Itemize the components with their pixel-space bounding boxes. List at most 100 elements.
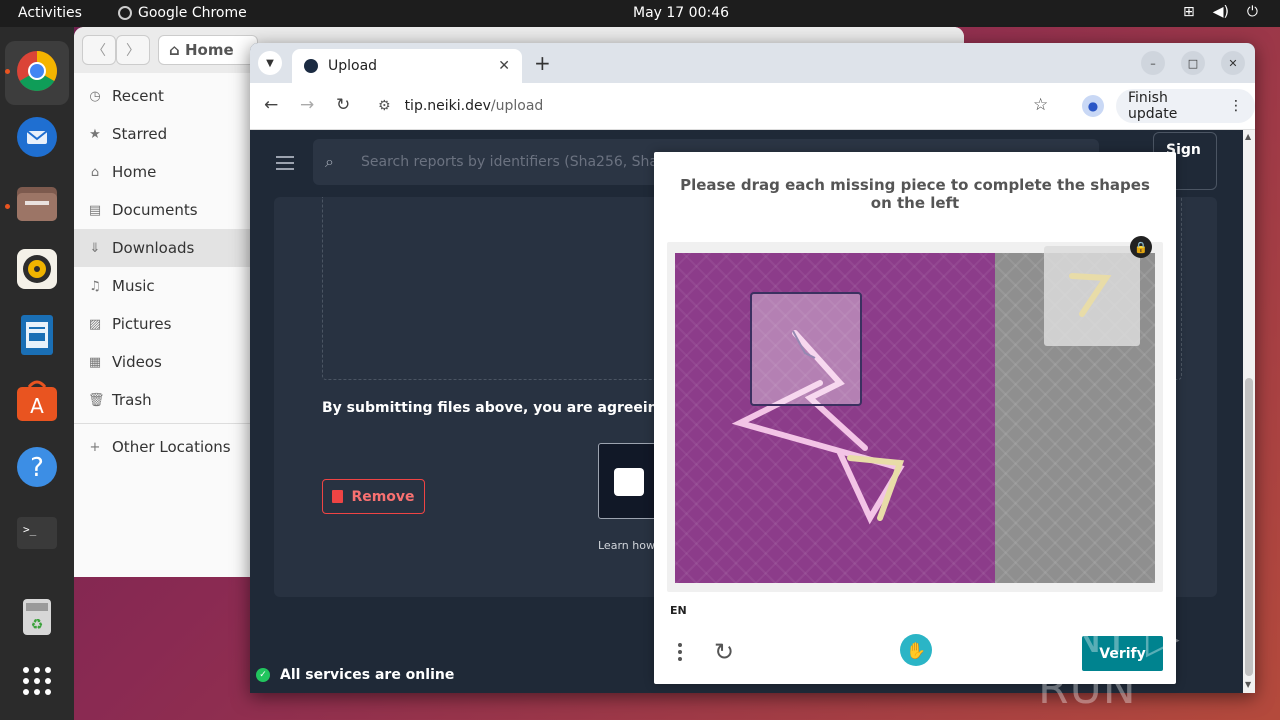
chrome-icon[interactable] [13, 47, 61, 95]
browser-toolbar: ← → ↻ ⚙ tip.neiki.dev/upload ☆ ● Finish … [250, 83, 1255, 130]
hcaptcha-logo-icon: ✋ [900, 634, 932, 666]
back-arrow-icon[interactable]: ← [264, 95, 278, 115]
sidebar-item-label: Music [112, 277, 155, 295]
divider [74, 423, 250, 424]
drop-slot[interactable] [750, 292, 862, 406]
sidebar-item-trash[interactable]: 🗑 Trash [74, 381, 250, 419]
app-center-icon[interactable]: A [13, 377, 61, 425]
sidebar-item-videos[interactable]: ▦ Videos [74, 343, 250, 381]
download-icon: ⇓ [89, 240, 101, 256]
scroll-up-icon[interactable]: ▲ [1245, 132, 1251, 141]
power-icon: ⏻ [1246, 4, 1258, 20]
document-icon: ▤ [88, 202, 102, 218]
svg-text:♻: ♻ [31, 617, 44, 633]
rhythmbox-icon[interactable] [13, 245, 61, 293]
reload-icon[interactable]: ↻ [336, 95, 350, 115]
trash-icon: 🗑 [88, 392, 105, 408]
refresh-icon[interactable]: ↻ [714, 638, 734, 666]
system-tray[interactable]: ⊞ ◀) ⏻ [1183, 4, 1258, 20]
close-window-button[interactable]: ✕ [1221, 51, 1245, 75]
kebab-menu-icon: ⋮ [1229, 98, 1243, 114]
picture-icon: ▨ [88, 316, 102, 332]
url-host: tip.neiki.dev [404, 98, 491, 114]
url-path: /upload [490, 98, 544, 114]
learn-how-link[interactable]: Learn how [598, 539, 655, 552]
activities-button[interactable]: Activities [18, 5, 82, 21]
minimize-button[interactable]: – [1141, 51, 1165, 75]
page-scrollbar[interactable]: ▲ ▼ [1243, 130, 1255, 693]
service-status: ✓ All services are online [256, 667, 454, 683]
sidebar-item-label: Pictures [112, 315, 172, 333]
sidebar-item-downloads[interactable]: ⇓ Downloads [74, 229, 250, 267]
anyrun-watermark: ANY ▷ RUN [1038, 612, 1181, 714]
path-bar[interactable]: ⌂ Home [158, 35, 258, 65]
volume-icon: ◀) [1212, 4, 1229, 20]
clock[interactable]: May 17 00:46 [633, 5, 729, 21]
sidebar-item-documents[interactable]: ▤ Documents [74, 191, 250, 229]
new-tab-button[interactable]: + [534, 51, 551, 75]
profile-avatar-icon[interactable]: ● [1082, 95, 1104, 117]
site-info-icon[interactable]: ⚙ [378, 98, 391, 114]
sidebar-item-recent[interactable]: ◷ Recent [74, 77, 250, 115]
draggable-piece[interactable] [1044, 246, 1140, 346]
video-icon: ▦ [88, 354, 102, 370]
clock-icon: ◷ [89, 88, 101, 104]
favicon-icon [304, 59, 318, 73]
forward-button[interactable]: 〉 [116, 35, 150, 65]
search-placeholder: Search reports by identifiers (Sha256, S… [361, 154, 659, 170]
more-options-icon[interactable] [678, 640, 688, 664]
music-icon: ♫ [89, 278, 101, 294]
captcha-prompt: Please drag each missing piece to comple… [680, 176, 1150, 212]
sidebar-item-other-locations[interactable]: + Other Locations [74, 428, 250, 466]
sidebar-item-home[interactable]: ⌂ Home [74, 153, 250, 191]
trash-icon[interactable]: ♻ [13, 593, 61, 641]
lock-icon: 🔒 [1130, 236, 1152, 258]
thunderbird-icon[interactable] [13, 113, 61, 161]
help-icon[interactable]: ? [13, 443, 61, 491]
app-grid-icon[interactable] [13, 657, 61, 705]
app-menu[interactable]: Google Chrome [118, 5, 247, 21]
plus-icon: + [89, 439, 101, 455]
sidebar-item-label: Downloads [112, 239, 195, 257]
bookmark-star-icon[interactable]: ☆ [1033, 95, 1048, 115]
finish-update-label: Finish update [1128, 90, 1178, 122]
hamburger-menu-icon[interactable] [276, 152, 294, 174]
tab-strip: ▼ Upload ✕ + – □ ✕ [250, 43, 1255, 83]
terminal-icon[interactable]: >_ [13, 509, 61, 557]
sidebar-item-label: Documents [112, 201, 198, 219]
svg-text:?: ? [30, 453, 44, 483]
sidebar-item-label: Videos [112, 353, 162, 371]
home-icon: ⌂ [169, 41, 185, 59]
dock: A ? >_ ♻ [0, 27, 74, 720]
network-icon: ⊞ [1182, 4, 1195, 20]
maximize-button[interactable]: □ [1181, 51, 1205, 75]
status-text: All services are online [280, 667, 455, 683]
sidebar-item-label: Home [112, 163, 157, 181]
sidebar-item-label: Trash [112, 391, 152, 409]
search-icon: ⌕ [325, 152, 334, 171]
trash-icon [332, 490, 344, 503]
remove-button[interactable]: Remove [322, 479, 425, 514]
chevron-right-icon: 〉 [126, 43, 140, 59]
sidebar-item-pictures[interactable]: ▨ Pictures [74, 305, 250, 343]
writer-icon[interactable] [13, 311, 61, 359]
language-selector[interactable]: EN [670, 604, 687, 617]
forward-arrow-icon[interactable]: → [300, 95, 314, 115]
maximize-icon: □ [1187, 56, 1199, 70]
sidebar-item-label: Recent [112, 87, 164, 105]
sidebar-item-music[interactable]: ♫ Music [74, 267, 250, 305]
captcha-pieces-area [995, 246, 1155, 583]
tab-upload[interactable]: Upload ✕ [292, 49, 522, 83]
close-tab-icon[interactable]: ✕ [498, 58, 510, 74]
back-button[interactable]: 〈 [82, 35, 116, 65]
check-icon: ✓ [256, 668, 270, 682]
finish-update-button[interactable]: Finish update ⋮ [1116, 89, 1255, 123]
sidebar-item-starred[interactable]: ★ Starred [74, 115, 250, 153]
minimize-icon: – [1150, 56, 1156, 70]
tab-search-button[interactable]: ▼ [258, 51, 282, 75]
address-bar[interactable]: ⚙ tip.neiki.dev/upload [368, 89, 1088, 123]
svg-text:>_: >_ [23, 523, 37, 536]
piece-shape [1069, 273, 1112, 317]
files-icon[interactable] [13, 179, 61, 227]
files-sidebar: ◷ Recent ★ Starred ⌂ Home ▤ Documents ⇓ Downl… [74, 77, 250, 466]
